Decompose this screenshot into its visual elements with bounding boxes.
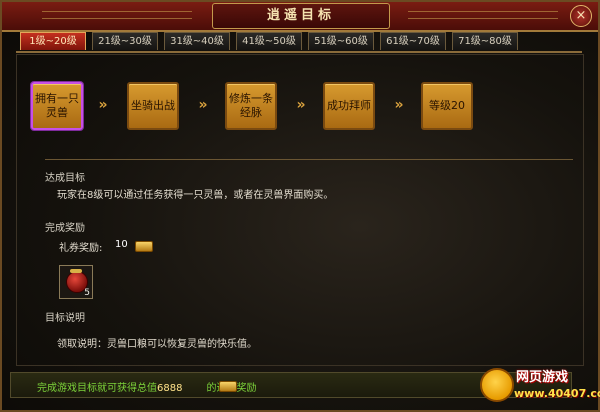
arrow-right-icon: » — [394, 97, 404, 113]
reward-item-slot[interactable]: 5 — [59, 265, 93, 299]
tab-level-41-50[interactable]: 41级~50级 — [236, 32, 302, 50]
tab-level-21-30[interactable]: 21级~30级 — [92, 32, 158, 50]
step-level-20[interactable]: 等级20 — [421, 82, 473, 130]
gold-coupon-icon — [135, 241, 153, 252]
coupon-label: 礼券奖励: — [59, 243, 103, 254]
close-icon[interactable]: × — [570, 5, 592, 27]
footer-amount: 6888 — [157, 383, 183, 394]
goal-description: 玩家在8级可以通过任务获得一只灵兽，或者在灵兽界面购买。 — [57, 190, 334, 201]
bag-tie-icon — [70, 269, 82, 273]
arrow-right-icon: » — [296, 97, 306, 113]
arrow-right-icon: » — [198, 97, 208, 113]
title-ornament-right — [408, 11, 558, 19]
step-mount-battle[interactable]: 坐骑出战 — [127, 82, 179, 130]
window-title: 逍遥目标 — [212, 3, 390, 29]
divider — [45, 159, 573, 160]
coupon-value: 10 — [115, 239, 128, 250]
reward-heading: 完成奖励 — [45, 223, 85, 234]
site-watermark: 网页游戏 www.40407.com — [480, 364, 600, 406]
tab-level-71-80[interactable]: 71级~80级 — [452, 32, 518, 50]
gold-coupon-icon — [219, 381, 237, 392]
item-count: 5 — [84, 288, 90, 298]
arrow-right-icon: » — [98, 97, 108, 113]
watermark-title: 网页游戏 — [516, 370, 569, 385]
explain-heading: 目标说明 — [45, 313, 85, 324]
title-ornament-left — [42, 11, 192, 19]
goal-window: 逍遥目标 × 1级~20级 21级~30级 31级~40级 41级~50级 51… — [0, 0, 600, 412]
watermark-url: www.40407.com — [514, 387, 600, 400]
tab-level-1-20[interactable]: 1级~20级 — [20, 32, 86, 50]
mascot-logo-icon — [480, 368, 514, 402]
tab-underline — [16, 51, 582, 53]
step-find-master[interactable]: 成功拜师 — [323, 82, 375, 130]
goal-panel: 拥有一只灵兽 » 坐骑出战 » 修炼一条经脉 » 成功拜师 » 等级20 达成目… — [16, 54, 584, 366]
goal-heading: 达成目标 — [45, 173, 85, 184]
tab-level-31-40[interactable]: 31级~40级 — [164, 32, 230, 50]
footer-prefix: 完成游戏目标就可获得总值 — [37, 383, 157, 394]
tab-level-51-60[interactable]: 51级~60级 — [308, 32, 374, 50]
titlebar: 逍遥目标 × — [2, 2, 598, 32]
explain-text: 领取说明：灵兽口粮可以恢复灵兽的快乐值。 — [57, 339, 257, 350]
goal-steps: 拥有一只灵兽 » 坐骑出战 » 修炼一条经脉 » 成功拜师 » 等级20 — [27, 79, 567, 139]
step-own-pet[interactable]: 拥有一只灵兽 — [31, 82, 83, 130]
step-train-meridian[interactable]: 修炼一条经脉 — [225, 82, 277, 130]
tab-level-61-70[interactable]: 61级~70级 — [380, 32, 446, 50]
